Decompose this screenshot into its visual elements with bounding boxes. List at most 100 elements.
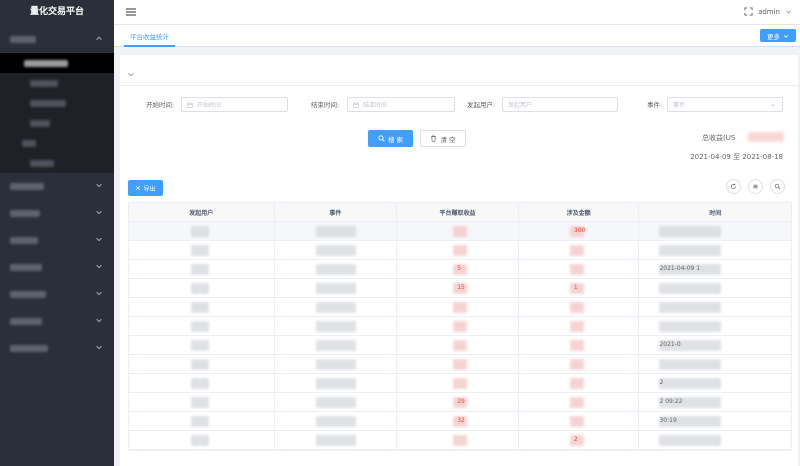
table-cell bbox=[397, 336, 519, 354]
redacted-value bbox=[659, 435, 722, 446]
table-cell: 2 bbox=[519, 431, 640, 449]
clear-button[interactable]: 清 空 bbox=[420, 130, 466, 147]
refresh-button[interactable] bbox=[726, 179, 741, 194]
fullscreen-icon[interactable] bbox=[744, 7, 753, 16]
cell-text: 2 bbox=[573, 436, 578, 443]
end-time-input[interactable]: 结束时间 bbox=[347, 97, 455, 112]
table-cell bbox=[275, 374, 398, 392]
table-cell bbox=[397, 222, 519, 240]
trash-icon bbox=[431, 135, 437, 142]
redacted-value bbox=[315, 302, 356, 313]
search-toggle-button[interactable] bbox=[770, 179, 785, 194]
columns-button[interactable] bbox=[748, 179, 763, 194]
table-cell: 2021-04-09 1 bbox=[639, 260, 791, 278]
table-row[interactable]: 5 2021-04-09 1 bbox=[129, 260, 791, 279]
hamburger-icon[interactable] bbox=[126, 7, 136, 17]
table-cell bbox=[397, 374, 519, 392]
tab-platform-revenue[interactable]: 平台收益统计 bbox=[124, 31, 175, 47]
sidebar-menu-4[interactable] bbox=[0, 227, 114, 254]
table-cell bbox=[275, 355, 398, 373]
sidebar-menu-5[interactable] bbox=[0, 254, 114, 281]
sidebar-menu-7[interactable] bbox=[0, 308, 114, 335]
filter-row: 开始时间: 开始时间 结束时间: 结束时间 发起用户: 发起用户 事件: 事件 bbox=[120, 97, 798, 112]
table-row[interactable] bbox=[129, 298, 791, 317]
table-row[interactable]: 2021-0 bbox=[129, 336, 791, 355]
table-cell bbox=[397, 317, 519, 335]
event-select[interactable]: 事件 bbox=[667, 97, 783, 112]
redacted-value bbox=[659, 283, 722, 294]
start-time-placeholder: 开始时间 bbox=[197, 102, 222, 109]
table-cell bbox=[519, 374, 640, 392]
sidebar-subitem[interactable] bbox=[0, 93, 114, 113]
table-row[interactable] bbox=[129, 317, 791, 336]
table-cell bbox=[129, 374, 275, 392]
table-row[interactable] bbox=[129, 355, 791, 374]
table-cell: 5 bbox=[397, 260, 519, 278]
table-cell bbox=[275, 222, 398, 240]
table-row[interactable]: 29 2 09:22 bbox=[129, 393, 791, 412]
sidebar-menu-6[interactable] bbox=[0, 281, 114, 308]
sidebar-subitem[interactable] bbox=[0, 153, 114, 173]
sidebar-menu-1[interactable] bbox=[0, 26, 114, 53]
table-cell bbox=[275, 336, 398, 354]
chevron-down-icon bbox=[95, 289, 103, 297]
user-name[interactable]: admin bbox=[758, 8, 780, 16]
start-time-input[interactable]: 开始时间 bbox=[181, 97, 288, 112]
more-button[interactable]: 更多 bbox=[760, 29, 796, 42]
redacted-value bbox=[315, 226, 356, 237]
column-header: 平台赚取收益 bbox=[397, 203, 519, 221]
export-button[interactable]: 导出 bbox=[128, 180, 163, 196]
table-cell bbox=[397, 298, 519, 316]
chevron-down-icon bbox=[95, 235, 103, 243]
redacted-value bbox=[659, 302, 722, 313]
sidebar-menu-2[interactable] bbox=[0, 173, 114, 200]
table-cell bbox=[397, 241, 519, 259]
sidebar-subitem-active[interactable] bbox=[0, 53, 114, 73]
sidebar-menu-3[interactable] bbox=[0, 200, 114, 227]
sidebar-subitem[interactable] bbox=[0, 73, 114, 93]
search-button[interactable]: 搜 索 bbox=[368, 130, 413, 147]
table-cell bbox=[129, 298, 275, 316]
redacted-value bbox=[659, 378, 722, 389]
table-cell bbox=[639, 317, 791, 335]
redacted-value bbox=[315, 321, 356, 332]
redacted-value bbox=[453, 321, 468, 332]
cell-text: 32 bbox=[457, 417, 465, 424]
cell-text: 5 bbox=[457, 265, 462, 272]
sidebar-menu-8[interactable] bbox=[0, 335, 114, 362]
redacted-value bbox=[569, 245, 584, 256]
table-row[interactable]: 2 bbox=[129, 431, 791, 450]
table-row[interactable]: 32 30:19 bbox=[129, 412, 791, 431]
column-header: 时间 bbox=[709, 209, 722, 217]
table-row[interactable]: 15 1 bbox=[129, 279, 791, 298]
more-button-label: 更多 bbox=[767, 32, 780, 41]
redacted-value bbox=[569, 416, 584, 427]
redacted-value bbox=[315, 264, 356, 275]
table-cell bbox=[275, 431, 398, 449]
redacted-value bbox=[453, 359, 468, 370]
sidebar-submenu bbox=[0, 53, 114, 173]
cell-text: 30:19 bbox=[659, 417, 677, 424]
table-cell: 2021-0 bbox=[639, 336, 791, 354]
table-cell bbox=[129, 222, 275, 240]
user-input[interactable]: 发起用户 bbox=[502, 97, 618, 112]
tabs-bar: 平台收益统计 更多 bbox=[114, 25, 800, 47]
collapse-chevron-icon[interactable] bbox=[127, 70, 135, 78]
redacted-value bbox=[191, 435, 209, 446]
table-cell bbox=[275, 241, 398, 259]
table-row[interactable]: 2 bbox=[129, 374, 791, 393]
sidebar-subitem[interactable] bbox=[0, 133, 114, 153]
chevron-down-icon bbox=[783, 34, 789, 38]
redacted-value bbox=[315, 397, 356, 408]
sidebar-subitem[interactable] bbox=[0, 113, 114, 133]
table-cell bbox=[275, 412, 398, 430]
table-row[interactable] bbox=[129, 241, 791, 260]
table-row[interactable]: 300 bbox=[129, 222, 791, 241]
cell-text: 29 bbox=[457, 398, 465, 405]
redacted-value bbox=[315, 435, 356, 446]
cell-text: 2 09:22 bbox=[659, 398, 683, 405]
redacted-value bbox=[191, 378, 209, 389]
table-cell bbox=[129, 241, 275, 259]
chevron-down-icon[interactable] bbox=[785, 8, 792, 15]
table-cell bbox=[275, 298, 398, 316]
